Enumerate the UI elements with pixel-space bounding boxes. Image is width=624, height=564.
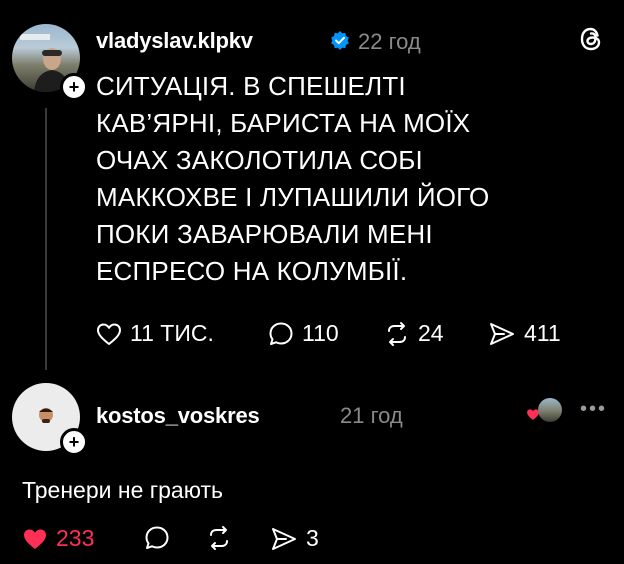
like-count: 11 ТИС. <box>130 320 214 346</box>
reply-time: 21 год <box>340 403 403 428</box>
reply-share-count: 3 <box>306 525 319 551</box>
like-button[interactable]: 11 ТИС. <box>96 320 214 347</box>
reply-follow-plus-button[interactable]: + <box>60 428 88 456</box>
comment-button[interactable]: 110 <box>268 320 339 347</box>
verified-badge-icon <box>330 30 350 55</box>
repost-icon <box>210 526 228 550</box>
reply-username[interactable]: kostos_voskres <box>96 403 260 429</box>
more-dots-icon[interactable]: ••• <box>580 398 607 421</box>
heart-filled-icon <box>24 529 46 549</box>
post-time: 22 год <box>358 29 421 54</box>
author-avatar-mini <box>538 398 562 422</box>
follow-plus-button[interactable]: + <box>60 73 88 101</box>
heart-icon <box>97 323 121 345</box>
send-icon <box>272 527 296 550</box>
reply-repost-button[interactable] <box>206 525 232 551</box>
post-username[interactable]: vladyslav.klpkv <box>96 28 253 54</box>
send-icon <box>490 322 514 345</box>
share-count: 411 <box>524 320 561 346</box>
comment-count: 110 <box>302 320 339 346</box>
reply-text: Тренери не грають <box>22 477 223 503</box>
post-text: СИТУАЦІЯ. В СПЕШЕЛТІ КАВ’ЯРНІ, БАРИСТА Н… <box>96 71 490 286</box>
reply-share-button[interactable]: 3 <box>270 525 319 552</box>
comment-bubble-icon <box>269 322 293 345</box>
repost-count: 24 <box>418 320 444 346</box>
threads-logo-icon[interactable] <box>578 26 604 57</box>
reply-like-count: 233 <box>56 525 95 551</box>
repost-button[interactable]: 24 <box>384 320 444 347</box>
repost-icon <box>388 321 406 346</box>
reply-like-button[interactable]: 233 <box>22 525 94 552</box>
comment-bubble-icon <box>145 526 169 549</box>
reply-comment-button[interactable] <box>144 525 170 551</box>
share-button[interactable]: 411 <box>488 320 561 347</box>
thread-line <box>45 108 47 370</box>
author-liked-indicator <box>526 398 566 424</box>
